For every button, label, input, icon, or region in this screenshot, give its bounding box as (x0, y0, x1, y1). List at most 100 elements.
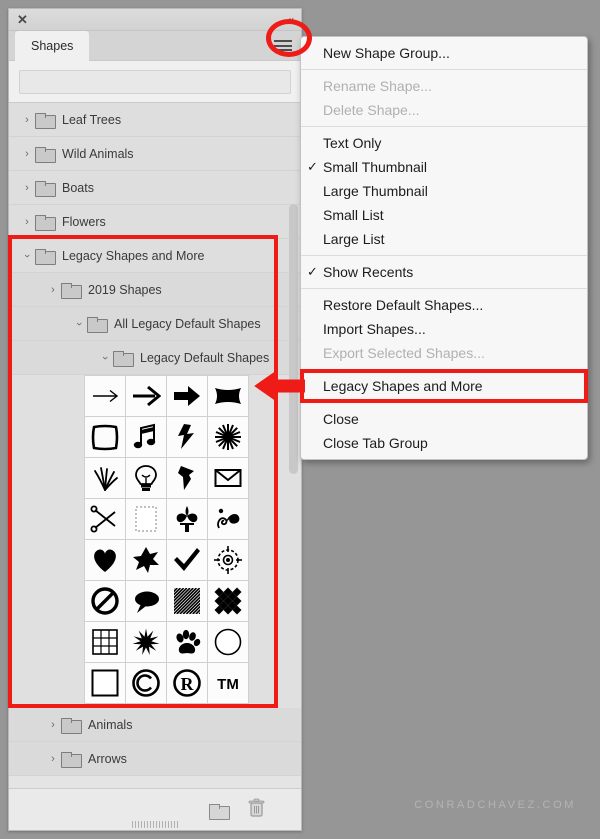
sketch-square-shape[interactable] (85, 417, 125, 457)
chevron-down-icon[interactable]: › (73, 316, 85, 332)
push-pin-shape[interactable] (167, 458, 207, 498)
menu-item-label: Delete Shape... (323, 102, 420, 118)
search-input[interactable] (19, 70, 291, 94)
grass-tuft-shape[interactable] (85, 458, 125, 498)
tree-item-arrows[interactable]: › Arrows (9, 742, 301, 776)
jagged-star-shape[interactable] (126, 622, 166, 662)
trash-icon[interactable] (248, 798, 265, 822)
svg-text:R: R (181, 674, 195, 694)
light-bulb-shape[interactable] (126, 458, 166, 498)
menu-item-label: Close Tab Group (323, 435, 428, 451)
square-outline-shape[interactable] (85, 663, 125, 703)
shape-thumbnail-grid: R TM (9, 375, 301, 708)
menu-item-large-thumbnail[interactable]: Large Thumbnail (301, 179, 587, 203)
hamburger-line (274, 44, 292, 47)
menu-item-label: Text Only (323, 135, 382, 151)
menu-item-label: Show Recents (323, 264, 414, 280)
check-icon: ✓ (307, 159, 318, 174)
folder-icon (35, 248, 56, 265)
menu-item-delete-shape: Delete Shape... (301, 98, 587, 122)
menu-item-show-recents[interactable]: ✓ Show Recents (301, 260, 587, 284)
chevron-right-icon[interactable]: › (45, 284, 61, 296)
menu-item-restore-default-shapes[interactable]: Restore Default Shapes... (301, 293, 587, 317)
splat-blob-shape[interactable] (126, 540, 166, 580)
chevron-right-icon[interactable]: › (19, 182, 35, 194)
menu-separator (301, 126, 587, 127)
menu-item-text-only[interactable]: Text Only (301, 131, 587, 155)
tree-item-all-legacy-default-shapes[interactable]: › All Legacy Default Shapes (9, 307, 301, 341)
chevron-right-icon[interactable]: › (45, 719, 61, 731)
panel-footer (9, 788, 301, 830)
tree-item-label: Flowers (62, 214, 106, 229)
tree-item-boats[interactable]: › Boats (9, 171, 301, 205)
panel-resize-grip[interactable] (132, 821, 178, 828)
menu-item-close[interactable]: Close (301, 407, 587, 431)
menu-item-label: Rename Shape... (323, 78, 432, 94)
fleur-de-lis-shape[interactable] (167, 499, 207, 539)
close-icon[interactable]: ✕ (17, 12, 28, 28)
menu-item-rename-shape: Rename Shape... (301, 74, 587, 98)
music-eighth-notes-shape[interactable] (126, 417, 166, 457)
menu-item-import-shapes[interactable]: Import Shapes... (301, 317, 587, 341)
paw-print-shape[interactable] (167, 622, 207, 662)
tree-item-leaf-trees[interactable]: › Leaf Trees (9, 103, 301, 137)
chevron-right-icon[interactable]: › (45, 753, 61, 765)
chevron-right-icon[interactable]: › (19, 114, 35, 126)
shapes-tree[interactable]: › Leaf Trees › Wild Animals › Boats › Flowers › L… (9, 103, 301, 788)
tree-item-label: Wild Animals (62, 146, 134, 161)
menu-item-new-shape-group[interactable]: New Shape Group... (301, 41, 587, 65)
menu-item-close-tab-group[interactable]: Close Tab Group (301, 431, 587, 455)
folder-icon (35, 146, 56, 163)
tree-item-wild-animals[interactable]: › Wild Animals (9, 137, 301, 171)
watermark: CONRADCHAVEZ.COM (414, 799, 576, 811)
tree-item-animals[interactable]: › Animals (9, 708, 301, 742)
menu-item-label: Close (323, 411, 359, 427)
tree-item-legacy-default-shapes[interactable]: › Legacy Default Shapes (9, 341, 301, 375)
tree-item-label: All Legacy Default Shapes (114, 316, 261, 331)
menu-item-legacy-shapes-and-more[interactable]: Legacy Shapes and More (301, 374, 587, 398)
scissors-shape[interactable] (85, 499, 125, 539)
grid-tile-shape[interactable] (85, 622, 125, 662)
tree-item-flowers[interactable]: › Flowers (9, 205, 301, 239)
tree-item-2019-shapes[interactable]: › 2019 Shapes (9, 273, 301, 307)
heart-shape[interactable] (85, 540, 125, 580)
menu-item-export-selected-shapes: Export Selected Shapes... (301, 341, 587, 365)
crosshair-target-shape[interactable] (208, 540, 248, 580)
no-entry-sign-shape[interactable] (85, 581, 125, 621)
medium-arrow-right-shape[interactable] (126, 376, 166, 416)
bold-arrow-right-shape[interactable] (167, 376, 207, 416)
thin-arrow-right-shape[interactable] (85, 376, 125, 416)
envelope-shape[interactable] (208, 458, 248, 498)
lightning-bolt-shape[interactable] (167, 417, 207, 457)
collapse-panel-icon[interactable]: « (287, 12, 294, 28)
folder-icon (35, 112, 56, 129)
menu-item-small-thumbnail[interactable]: ✓ Small Thumbnail (301, 155, 587, 179)
chevron-down-icon[interactable]: › (21, 248, 33, 264)
menu-item-small-list[interactable]: Small List (301, 203, 587, 227)
pillow-banner-shape[interactable] (208, 376, 248, 416)
menu-item-large-list[interactable]: Large List (301, 227, 587, 251)
menu-item-label: Legacy Shapes and More (323, 378, 483, 394)
copyright-symbol-shape[interactable] (126, 663, 166, 703)
chevron-right-icon[interactable]: › (19, 148, 35, 160)
hamburger-menu-icon[interactable] (274, 38, 292, 53)
starburst-12-point-shape[interactable] (208, 417, 248, 457)
speech-bubble-shape[interactable] (126, 581, 166, 621)
check-mark-shape[interactable] (167, 540, 207, 580)
tree-item-label: Legacy Shapes and More (62, 248, 205, 263)
dashed-frame-shape[interactable] (126, 499, 166, 539)
diagonal-hatch-square-shape[interactable] (167, 581, 207, 621)
ornament-flourish-shape[interactable] (208, 499, 248, 539)
chevron-right-icon[interactable]: › (19, 216, 35, 228)
check-icon: ✓ (307, 264, 318, 279)
circle-outline-shape[interactable] (208, 622, 248, 662)
tab-shapes[interactable]: Shapes (15, 31, 90, 61)
new-folder-icon[interactable] (209, 803, 230, 820)
chevron-down-icon[interactable]: › (99, 350, 111, 366)
menu-item-label: Restore Default Shapes... (323, 297, 484, 313)
registered-symbol-shape[interactable]: R (167, 663, 207, 703)
tree-item-legacy-shapes-and-more[interactable]: › Legacy Shapes and More (9, 239, 301, 273)
diamond-checker-shape[interactable] (208, 581, 248, 621)
trademark-symbol-shape[interactable]: TM (208, 663, 248, 703)
panel-vertical-scrollbar[interactable] (289, 204, 298, 474)
